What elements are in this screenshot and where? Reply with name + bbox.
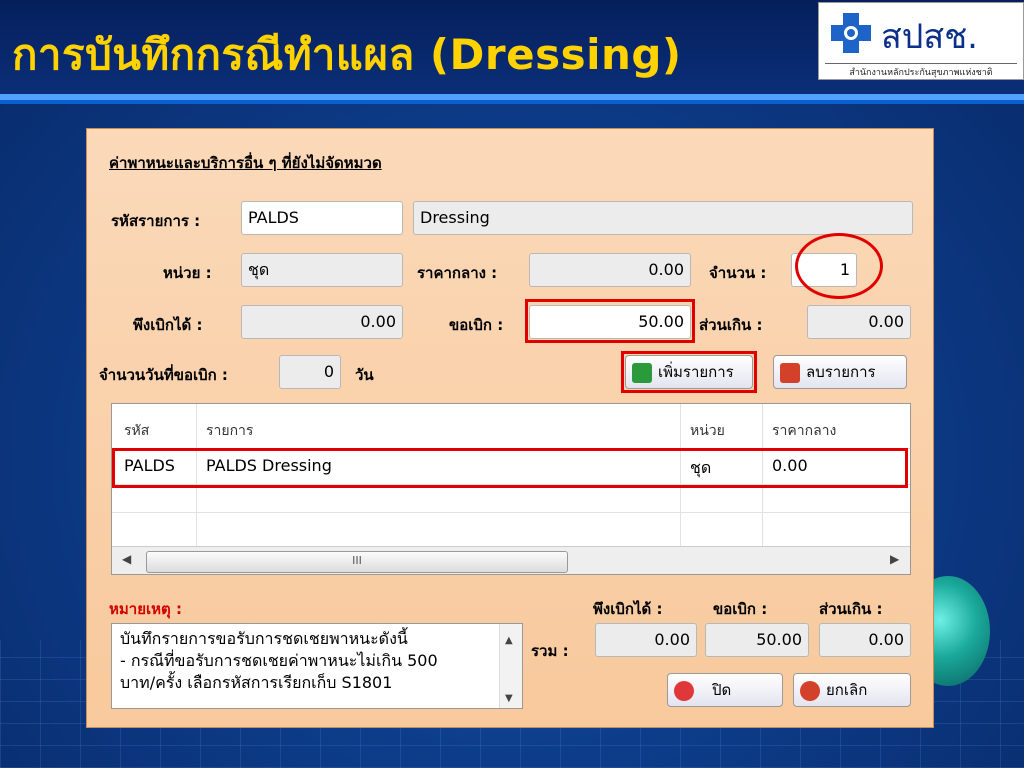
total-requested-label: ขอเบิก : (713, 600, 768, 618)
scroll-up-icon[interactable]: ▲ (505, 630, 513, 652)
health-cross-icon (831, 13, 871, 53)
remark-line-2: - กรณีที่ขอรับการชดเชยค่าพาหนะไม่เกิน 50… (120, 651, 438, 670)
logo-text: สปสช. (881, 17, 978, 57)
total-excess-label: ส่วนเกิน : (819, 600, 883, 618)
delete-icon (780, 363, 800, 383)
remark-scrollbar[interactable]: ▲ ▼ (499, 624, 522, 708)
power-icon (674, 681, 694, 701)
unit-field: ชุด (241, 253, 403, 287)
cancel-button[interactable]: ยกเลิก (793, 673, 911, 707)
excess-field: 0.00 (807, 305, 911, 339)
row-divider (112, 512, 910, 513)
scroll-right-icon[interactable]: ▶ (890, 552, 899, 566)
close-label: ปิด (712, 681, 732, 699)
total-claimable-label: พึงเบิกได้ : (593, 600, 663, 618)
items-table: รหัส รายการ หน่วย ราคากลาง PALDS PALDS D… (111, 403, 911, 575)
requested-label: ขอเบิก : (449, 316, 504, 334)
remark-line-1: บันทึกรายการขอรับการชดเชยพาหนะดังนี้ (120, 629, 408, 648)
column-header-item[interactable]: รายการ (206, 420, 253, 442)
dressing-entry-dialog: ค่าพาหนะและบริการอื่น ๆ ที่ยังไม่จัดหมวด… (86, 128, 934, 728)
column-header-price[interactable]: ราคากลาง (772, 420, 836, 442)
scroll-left-icon[interactable]: ◀ (122, 552, 131, 566)
column-header-code[interactable]: รหัส (124, 420, 149, 442)
days-label: จำนวนวันที่ขอเบิก : (99, 366, 228, 384)
delete-item-button[interactable]: ลบรายการ (773, 355, 907, 389)
total-claimable-field: 0.00 (595, 623, 697, 657)
remark-label: หมายเหตุ : (109, 600, 182, 618)
claimable-label: พึงเบิกได้ : (133, 316, 203, 334)
section-title: ค่าพาหนะและบริการอื่น ๆ ที่ยังไม่จัดหมวด (109, 154, 382, 172)
item-code-label: รหัสรายการ : (111, 212, 201, 230)
delete-item-label: ลบรายการ (806, 363, 876, 381)
claimable-field: 0.00 (241, 305, 403, 339)
days-input[interactable]: 0 (279, 355, 341, 389)
total-excess-field: 0.00 (819, 623, 911, 657)
add-button-highlight-box (621, 351, 757, 393)
remark-textarea[interactable]: บันทึกรายการขอรับการชดเชยพาหนะดังนี้ - ก… (111, 623, 523, 709)
item-name-field: Dressing (413, 201, 913, 235)
quantity-highlight-circle (795, 233, 883, 299)
scrollbar-thumb[interactable]: III (146, 551, 568, 573)
cancel-icon (800, 681, 820, 701)
center-price-field: 0.00 (529, 253, 691, 287)
total-label: รวม : (531, 642, 569, 660)
nhso-logo: สปสช. สำนักงานหลักประกันสุขภาพแห่งชาติ (818, 2, 1024, 80)
unit-label: หน่วย : (163, 264, 212, 282)
logo-subtitle: สำนักงานหลักประกันสุขภาพแห่งชาติ (825, 63, 1017, 79)
requested-highlight-box (525, 299, 695, 343)
item-code-input[interactable]: PALDS (241, 201, 403, 235)
row-highlight-box (112, 448, 908, 488)
cancel-label: ยกเลิก (826, 681, 868, 699)
days-unit-label: วัน (355, 366, 374, 384)
horizontal-scrollbar[interactable]: ◀ III ▶ (112, 546, 910, 574)
excess-label: ส่วนเกิน : (699, 316, 763, 334)
scroll-down-icon[interactable]: ▼ (505, 688, 513, 708)
slide-title: การบันทึกกรณีทำแผล (Dressing) (12, 30, 682, 79)
remark-line-3: บาท/ครั้ง เลือกรหัสการเรียกเก็บ S1801 (120, 673, 393, 692)
quantity-label: จำนวน : (709, 264, 767, 282)
close-button[interactable]: ปิด (667, 673, 783, 707)
center-price-label: ราคากลาง : (417, 264, 498, 282)
total-requested-field: 50.00 (705, 623, 809, 657)
header-divider-dark (0, 100, 1024, 104)
column-header-unit[interactable]: หน่วย (690, 420, 725, 442)
